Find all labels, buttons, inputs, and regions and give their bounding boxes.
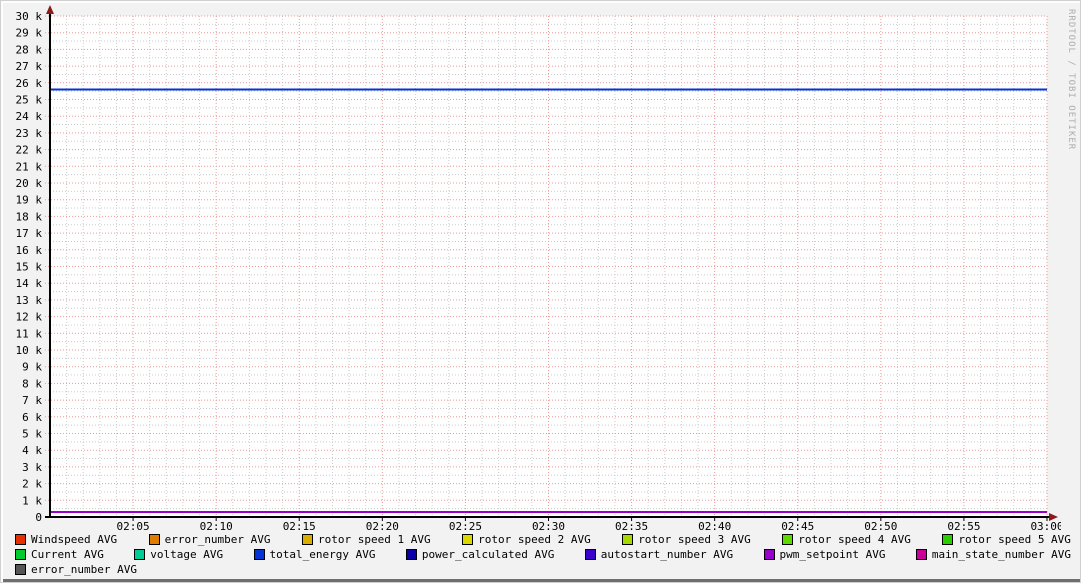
legend-color-swatch-icon	[254, 549, 265, 560]
y-tick-label: 16 k	[16, 244, 43, 257]
x-tick-label: 02:35	[615, 520, 648, 532]
legend-label: rotor speed 4 AVG	[798, 533, 911, 546]
legend-color-swatch-icon	[15, 534, 26, 545]
y-tick-label: 17 k	[16, 227, 43, 240]
x-tick-label: 02:40	[698, 520, 731, 532]
y-tick-label: 29 k	[16, 27, 43, 40]
y-tick-label: 6 k	[22, 411, 42, 424]
y-tick-label: 11 k	[16, 327, 43, 340]
x-tick-label: 02:55	[947, 520, 980, 532]
legend-row-3: error_number AVG	[15, 562, 1071, 576]
legend-item: voltage AVG	[134, 547, 223, 561]
legend-item: rotor speed 2 AVG	[462, 532, 591, 546]
legend-color-swatch-icon	[942, 534, 953, 545]
y-tick-label: 24 k	[16, 110, 43, 123]
y-tick-label: 9 k	[22, 361, 42, 374]
legend-item: rotor speed 5 AVG	[942, 532, 1071, 546]
x-tick-label: 02:15	[283, 520, 316, 532]
legend-label: autostart_number AVG	[601, 548, 733, 561]
legend-color-swatch-icon	[622, 534, 633, 545]
legend-color-swatch-icon	[782, 534, 793, 545]
y-tick-label: 5 k	[22, 428, 42, 441]
y-tick-label: 25 k	[16, 94, 43, 107]
legend-label: pwm_setpoint AVG	[780, 548, 886, 561]
x-tick-label: 02:20	[366, 520, 399, 532]
legend-label: error_number AVG	[165, 533, 271, 546]
chart-legend: Windspeed AVG error_number AVG rotor speed…	[15, 532, 1071, 577]
y-tick-label: 8 k	[22, 377, 42, 390]
legend-item: error_number AVG	[15, 562, 137, 576]
y-tick-label: 10 k	[16, 344, 43, 357]
legend-item: total_energy AVG	[254, 547, 376, 561]
rrdtool-graph: 02:05 02:10 02:15 02:20 02:25 02:30 02:35 02:40…	[0, 0, 1081, 583]
y-tick-label: 28 k	[16, 43, 43, 56]
y-tick-label: 13 k	[16, 294, 43, 307]
x-tick-label: 02:05	[117, 520, 150, 532]
x-tick-label: 03:00	[1030, 520, 1061, 532]
legend-label: main_state_number AVG	[932, 548, 1071, 561]
legend-item: autostart_number AVG	[585, 547, 733, 561]
y-tick-label: 18 k	[16, 210, 43, 223]
rrdtool-watermark: RRDTOOL / TOBI OETIKER	[1066, 9, 1076, 150]
y-tick-label: 3 k	[22, 461, 42, 474]
legend-item: Current AVG	[15, 547, 104, 561]
legend-color-swatch-icon	[149, 534, 160, 545]
legend-color-swatch-icon	[585, 549, 596, 560]
legend-color-swatch-icon	[134, 549, 145, 560]
y-tick-label: 19 k	[16, 194, 43, 207]
legend-label: rotor speed 1 AVG	[318, 533, 431, 546]
legend-item: main_state_number AVG	[916, 547, 1071, 561]
legend-row-1: Windspeed AVG error_number AVG rotor speed…	[15, 532, 1071, 546]
legend-label: rotor speed 3 AVG	[638, 533, 751, 546]
legend-color-swatch-icon	[15, 549, 26, 560]
y-tick-label: 20 k	[16, 177, 43, 190]
legend-row-2: Current AVG voltage AVG total_energy AVG po…	[15, 547, 1071, 561]
x-tick-label: 02:25	[449, 520, 482, 532]
legend-color-swatch-icon	[764, 549, 775, 560]
legend-label: error_number AVG	[31, 563, 137, 576]
legend-item: rotor speed 3 AVG	[622, 532, 751, 546]
y-tick-label: 23 k	[16, 127, 43, 140]
legend-color-swatch-icon	[302, 534, 313, 545]
y-tick-label: 2 k	[22, 478, 42, 491]
legend-label: total_energy AVG	[270, 548, 376, 561]
legend-label: Current AVG	[31, 548, 104, 561]
x-tick-label: 02:45	[781, 520, 814, 532]
x-tick-label: 02:10	[200, 520, 233, 532]
x-tick-label: 02:50	[864, 520, 897, 532]
legend-item: rotor speed 4 AVG	[782, 532, 911, 546]
y-tick-label: 22 k	[16, 144, 43, 157]
legend-item: Windspeed AVG	[15, 532, 117, 546]
y-tick-label: 0	[35, 511, 42, 524]
y-tick-label: 26 k	[16, 77, 43, 90]
y-tick-label: 15 k	[16, 261, 43, 274]
legend-label: rotor speed 2 AVG	[478, 533, 591, 546]
legend-label: rotor speed 5 AVG	[958, 533, 1071, 546]
y-tick-label: 7 k	[22, 394, 42, 407]
chart-canvas: 02:05 02:10 02:15 02:20 02:25 02:30 02:35 02:40…	[1, 1, 1061, 532]
y-tick-label: 14 k	[16, 277, 43, 290]
y-tick-label: 12 k	[16, 311, 43, 324]
legend-label: power_calculated AVG	[422, 548, 554, 561]
legend-item: power_calculated AVG	[406, 547, 554, 561]
y-axis-arrow-icon	[46, 5, 54, 14]
legend-item: error_number AVG	[149, 532, 271, 546]
legend-color-swatch-icon	[916, 549, 927, 560]
y-tick-label: 4 k	[22, 444, 42, 457]
legend-color-swatch-icon	[406, 549, 417, 560]
legend-item: rotor speed 1 AVG	[302, 532, 431, 546]
legend-color-swatch-icon	[462, 534, 473, 545]
legend-color-swatch-icon	[15, 564, 26, 575]
legend-label: Windspeed AVG	[31, 533, 117, 546]
y-tick-label: 21 k	[16, 160, 43, 173]
y-tick-label: 1 k	[22, 494, 42, 507]
legend-item: pwm_setpoint AVG	[764, 547, 886, 561]
y-tick-label: 27 k	[16, 60, 43, 73]
x-tick-label: 02:30	[532, 520, 565, 532]
y-tick-label: 30 k	[16, 10, 43, 23]
legend-label: voltage AVG	[150, 548, 223, 561]
